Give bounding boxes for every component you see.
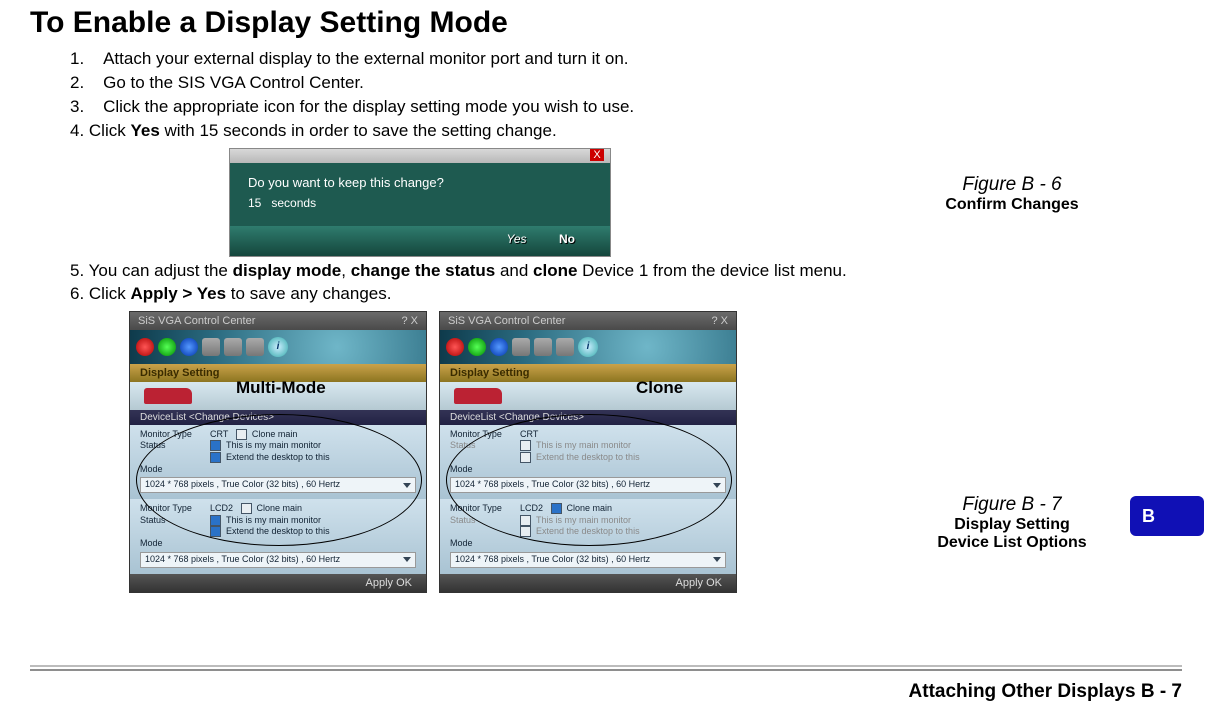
- footer-rule: [30, 665, 1182, 671]
- toolbar-icon[interactable]: [512, 338, 530, 356]
- step-5: 5. You can adjust the display mode, chan…: [70, 261, 847, 280]
- step-3: 3. Click the appropriate icon for the di…: [70, 97, 634, 116]
- toolbar-icon[interactable]: [180, 338, 198, 356]
- panel-preview: [440, 382, 736, 410]
- info-icon[interactable]: i: [578, 337, 598, 357]
- device-block-1: Monitor TypeCRT Clone main StatusThis is…: [130, 425, 426, 499]
- page-title: To Enable a Display Setting Mode: [30, 6, 1182, 40]
- overlay-label-multimode: Multi-Mode: [236, 378, 326, 398]
- device-list-header[interactable]: DeviceList <Change Devices>: [440, 410, 736, 425]
- step-1: 1. Attach your external display to the e…: [70, 49, 629, 68]
- mode-dropdown[interactable]: 1024 * 768 pixels , True Color (32 bits)…: [140, 552, 416, 568]
- panel-window-controls[interactable]: ? X: [401, 315, 418, 327]
- steps-list-top: 1. Attach your external display to the e…: [30, 48, 850, 143]
- mode-dropdown[interactable]: 1024 * 768 pixels , True Color (32 bits)…: [140, 477, 416, 493]
- toolbar-icon[interactable]: [534, 338, 552, 356]
- mode-dropdown[interactable]: 1024 * 768 pixels , True Color (32 bits)…: [450, 552, 726, 568]
- toolbar-icon[interactable]: [202, 338, 220, 356]
- no-button[interactable]: No: [544, 232, 590, 246]
- figure-caption-1: Figure B - 6 Confirm Changes: [912, 174, 1112, 214]
- overlay-label-clone: Clone: [636, 378, 683, 398]
- confirm-dialog: X Do you want to keep this change? 15 se…: [230, 149, 610, 256]
- toolbar-icon[interactable]: [136, 338, 154, 356]
- panel-footer[interactable]: Apply OK: [130, 574, 426, 592]
- checkbox[interactable]: [520, 440, 531, 451]
- toolbar-icon[interactable]: [246, 338, 264, 356]
- yes-button[interactable]: Yes: [494, 232, 540, 246]
- device-block-2: Monitor TypeLCD2 Clone main StatusThis i…: [130, 499, 426, 573]
- panel-app-title: SiS VGA Control Center: [138, 315, 255, 327]
- panel-clone: SiS VGA Control Center ? X i Display Set…: [440, 312, 736, 592]
- step-4: 4. Click Yes with 15 seconds in order to…: [70, 121, 557, 140]
- chevron-down-icon: [713, 483, 721, 488]
- checkbox[interactable]: [520, 515, 531, 526]
- toolbar-icon[interactable]: [490, 338, 508, 356]
- close-icon[interactable]: X: [590, 149, 604, 161]
- checkbox[interactable]: [210, 452, 221, 463]
- checkbox[interactable]: [520, 452, 531, 463]
- step-2: 2. Go to the SIS VGA Control Center.: [70, 73, 364, 92]
- checkbox[interactable]: [210, 515, 221, 526]
- checkbox[interactable]: [236, 429, 247, 440]
- mode-dropdown[interactable]: 1024 * 768 pixels , True Color (32 bits)…: [450, 477, 726, 493]
- checkbox[interactable]: [520, 526, 531, 537]
- chevron-down-icon: [403, 483, 411, 488]
- step-6: 6. Click Apply > Yes to save any changes…: [70, 284, 391, 303]
- device-list-header[interactable]: DeviceList <Change Devices>: [130, 410, 426, 425]
- toolbar-icon[interactable]: [158, 338, 176, 356]
- panel-app-title: SiS VGA Control Center: [448, 315, 565, 327]
- panel-toolbar: i: [130, 330, 426, 364]
- toolbar-icon[interactable]: [556, 338, 574, 356]
- steps-list-bottom: 5. You can adjust the display mode, chan…: [30, 260, 850, 306]
- checkbox[interactable]: [210, 526, 221, 537]
- device-block-1: Monitor TypeCRT StatusThis is my main mo…: [440, 425, 736, 499]
- device-block-2: Monitor TypeLCD2 Clone main StatusThis i…: [440, 499, 736, 573]
- panel-subheader: Display Setting: [440, 364, 736, 382]
- dialog-titlebar: X: [230, 149, 610, 163]
- checkbox[interactable]: [551, 503, 562, 514]
- checkbox[interactable]: [210, 440, 221, 451]
- chevron-down-icon: [403, 557, 411, 562]
- toolbar-icon[interactable]: [446, 338, 464, 356]
- info-icon[interactable]: i: [268, 337, 288, 357]
- panel-multimode: SiS VGA Control Center ? X i Display Set…: [130, 312, 426, 592]
- figure-caption-2: Figure B - 7 Display Setting Device List…: [912, 494, 1112, 552]
- panel-footer[interactable]: Apply OK: [440, 574, 736, 592]
- chevron-down-icon: [713, 557, 721, 562]
- dialog-question: Do you want to keep this change?: [248, 175, 592, 190]
- footer-text: Attaching Other Displays B - 7: [909, 681, 1182, 703]
- section-tab: B: [1130, 496, 1204, 536]
- panel-toolbar: i: [440, 330, 736, 364]
- checkbox[interactable]: [241, 503, 252, 514]
- toolbar-icon[interactable]: [224, 338, 242, 356]
- panel-window-controls[interactable]: ? X: [711, 315, 728, 327]
- dialog-countdown: 15 seconds: [248, 196, 592, 210]
- toolbar-icon[interactable]: [468, 338, 486, 356]
